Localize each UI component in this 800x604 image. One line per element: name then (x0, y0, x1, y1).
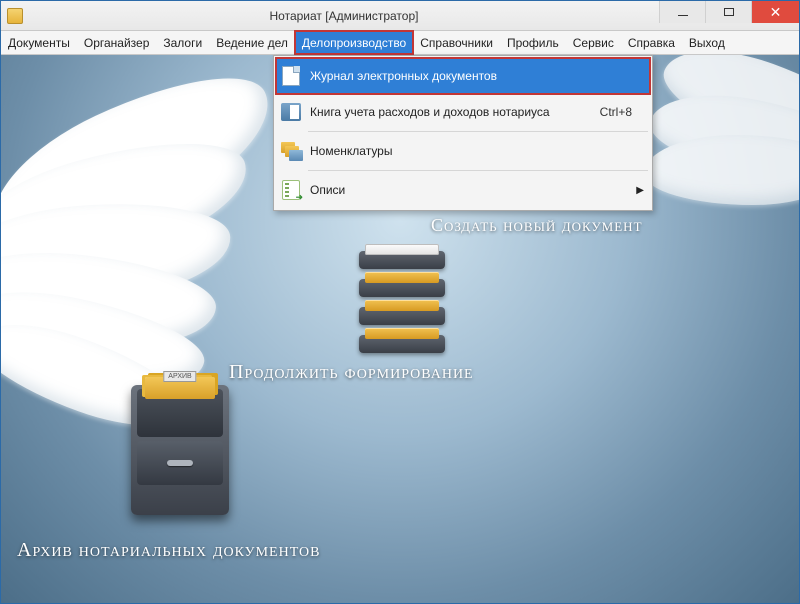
dropdown-item-ledger[interactable]: Книга учета расходов и доходов нотариуса… (276, 94, 650, 130)
titlebar: Нотариат [Администратор] ✕ (1, 1, 799, 31)
dropdown-item-label: Журнал электронных документов (306, 69, 650, 83)
archive-cabinet-icon[interactable]: АРХИВ (131, 385, 229, 515)
app-icon (7, 8, 23, 24)
window-controls: ✕ (659, 1, 799, 30)
menu-documents[interactable]: Документы (1, 31, 77, 54)
dropdown-item-shortcut: Ctrl+8 (600, 105, 650, 119)
dropdown-item-label: Описи (306, 183, 650, 197)
paperwork-dropdown: Журнал электронных документов Книга учет… (273, 55, 653, 211)
paper-stack-icon[interactable] (353, 241, 451, 349)
menu-service[interactable]: Сервис (566, 31, 621, 54)
menu-organizer[interactable]: Органайзер (77, 31, 157, 54)
maximize-button[interactable] (705, 1, 751, 23)
menubar: Документы Органайзер Залоги Ведение дел … (1, 31, 799, 55)
minimize-button[interactable] (659, 1, 705, 23)
menu-exit[interactable]: Выход (682, 31, 732, 54)
window-title: Нотариат [Администратор] (29, 9, 659, 23)
submenu-caret-icon: ▶ (636, 185, 644, 196)
dropdown-item-nomenclatures[interactable]: Номенклатуры (276, 133, 650, 169)
document-icon (276, 66, 306, 86)
menu-help[interactable]: Справка (621, 31, 682, 54)
continue-formation-label[interactable]: Продолжить формирование (229, 361, 474, 384)
menu-pledges[interactable]: Залоги (156, 31, 209, 54)
folders-icon (276, 142, 306, 160)
dropdown-item-label: Номенклатуры (306, 144, 650, 158)
close-button[interactable]: ✕ (751, 1, 799, 23)
book-icon (276, 103, 306, 121)
dropdown-separator (308, 131, 648, 132)
menu-directories[interactable]: Справочники (413, 31, 500, 54)
dropdown-separator (308, 170, 648, 171)
dropdown-item-label: Книга учета расходов и доходов нотариуса (306, 105, 600, 119)
menu-paperwork[interactable]: Делопроизводство (295, 31, 413, 54)
menu-profile[interactable]: Профиль (500, 31, 566, 54)
menu-case-management[interactable]: Ведение дел (209, 31, 295, 54)
archive-label[interactable]: Архив нотариальных документов (17, 539, 321, 562)
note-icon (276, 180, 306, 200)
dropdown-item-journal[interactable]: Журнал электронных документов (276, 58, 650, 94)
dropdown-item-inventories[interactable]: Описи ▶ (276, 172, 650, 208)
create-document-label[interactable]: Создать новый документ (431, 215, 643, 236)
cabinet-tag: АРХИВ (163, 371, 196, 382)
app-window: Нотариат [Администратор] ✕ Документы Орг… (0, 0, 800, 604)
